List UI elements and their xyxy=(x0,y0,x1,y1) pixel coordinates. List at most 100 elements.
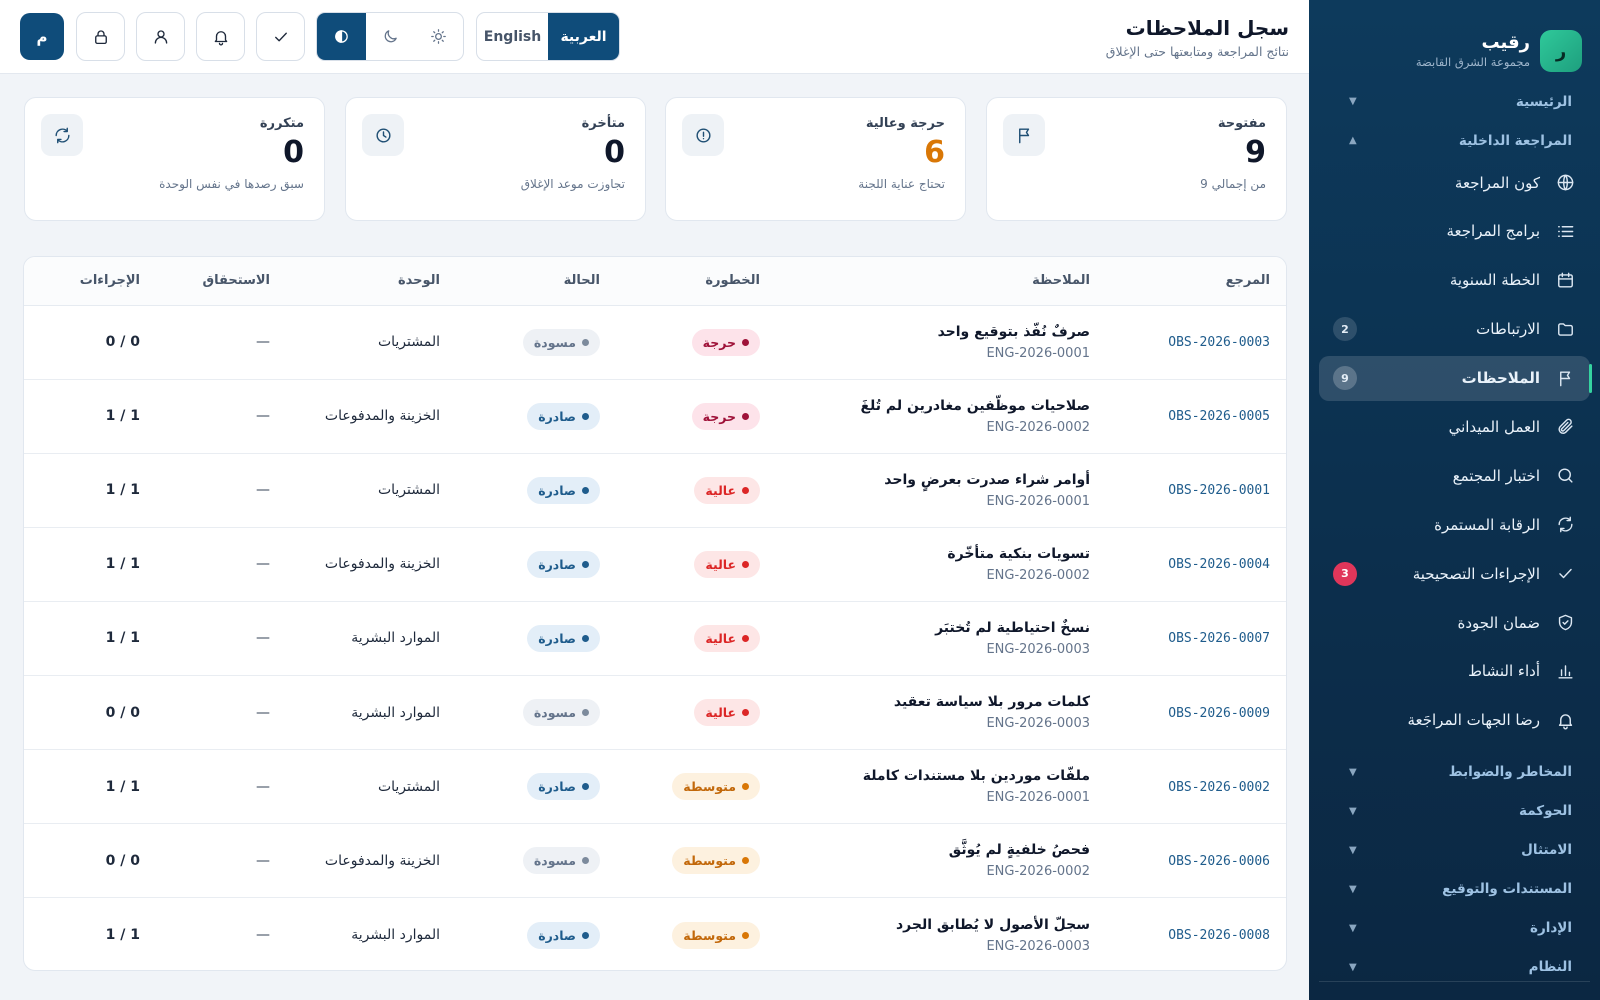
unit-cell: الخزينة والمدفوعات xyxy=(324,852,440,869)
sidebar-item-population-testing[interactable]: اختبار المجتمع xyxy=(1319,453,1590,498)
table-row[interactable]: OBS-2026-0006 فحصُ خلفيةٍ لم يُوثَّق ENG… xyxy=(24,823,1286,899)
sidebar-item-audit-universe[interactable]: كون المراجعة xyxy=(1319,160,1590,205)
table-row[interactable]: OBS-2026-0003 صرفٌ نُفّذ بتوقيع واحد ENG… xyxy=(24,305,1286,380)
sidebar-group-documents[interactable]: المستندات والتوقيع ▼ xyxy=(1309,870,1600,909)
theme-contrast-button[interactable] xyxy=(317,13,366,60)
observation-ref-link[interactable]: OBS-2026-0007 xyxy=(1168,631,1270,646)
sidebar-group-risks-controls[interactable]: المخاطر والضوابط ▼ xyxy=(1309,753,1600,792)
count-badge: 3 xyxy=(1333,561,1357,586)
table-body: OBS-2026-0003 صرفٌ نُفّذ بتوقيع واحد ENG… xyxy=(24,305,1286,970)
severity-dot xyxy=(742,338,749,346)
tasks-button[interactable] xyxy=(256,12,305,61)
observation-ref-link[interactable]: OBS-2026-0004 xyxy=(1168,557,1270,572)
severity-badge: متوسطة xyxy=(672,921,760,949)
language-english-button[interactable]: English xyxy=(477,13,548,60)
table-row[interactable]: OBS-2026-0002 ملفّات موردين بلا مستندات … xyxy=(24,749,1286,825)
notifications-button[interactable] xyxy=(196,12,245,61)
severity-badge: حرجة xyxy=(691,328,760,356)
sidebar-group-internal-audit[interactable]: المراجعة الداخلية ▲ xyxy=(1309,121,1600,160)
column-header-severity[interactable]: الخطورة xyxy=(616,257,776,306)
sidebar-item-corrective-actions[interactable]: الإجراءات التصحيحية 3 xyxy=(1319,551,1590,596)
sidebar-group-governance[interactable]: الحوكمة ▼ xyxy=(1309,792,1600,831)
actions-count: 1 / 1 xyxy=(105,630,140,647)
sidebar-item-label: الخطة السنوية xyxy=(1449,271,1540,290)
table-row[interactable]: OBS-2026-0008 سجلّ الأصول لا يُطابق الجر… xyxy=(24,898,1286,970)
language-arabic-button[interactable]: العربية xyxy=(548,13,619,60)
status-badge: صادرة xyxy=(527,921,600,949)
sidebar-item-auditee-satisfaction[interactable]: رضا الجهات المراجَعة xyxy=(1319,698,1590,743)
observation-ref-link[interactable]: OBS-2026-0009 xyxy=(1168,706,1270,721)
alert-circle-icon xyxy=(682,114,724,156)
due-cell: — xyxy=(256,630,270,647)
sidebar-group-administration[interactable]: الإدارة ▼ xyxy=(1309,909,1600,948)
table-row[interactable]: OBS-2026-0007 نسخٌ احتياطية لم تُختبَر E… xyxy=(24,601,1286,676)
stat-card-overdue[interactable]: متأخرة 0 تجاوزت موعد الإغلاق xyxy=(345,97,646,221)
profile-button[interactable] xyxy=(136,12,185,61)
calendar-icon xyxy=(1554,269,1576,291)
table-row[interactable]: OBS-2026-0001 أوامر شراء صدرت بعرضٍ واحد… xyxy=(24,453,1286,528)
column-header-actions[interactable]: الإجراءات xyxy=(24,257,156,306)
sidebar-item-quality-assurance[interactable]: ضمان الجودة xyxy=(1319,600,1590,645)
observation-ref-link[interactable]: OBS-2026-0005 xyxy=(1168,409,1270,424)
observation-ref-link[interactable]: OBS-2026-0002 xyxy=(1168,780,1270,795)
sidebar-group-compliance[interactable]: الامتثال ▼ xyxy=(1309,831,1600,870)
observation-ref-link[interactable]: OBS-2026-0001 xyxy=(1168,483,1270,498)
stat-label: مفتوحة xyxy=(1217,116,1266,131)
refresh-icon xyxy=(41,114,83,156)
brand[interactable]: ر رقيب مجموعة الشرق القابضة xyxy=(1309,0,1600,82)
sidebar-item-engagements[interactable]: الارتباطات 2 xyxy=(1319,307,1590,352)
theme-light-button[interactable] xyxy=(414,13,463,60)
column-header-unit[interactable]: الوحدة xyxy=(286,257,456,306)
due-cell: — xyxy=(256,778,270,795)
observation-ref-link[interactable]: OBS-2026-0003 xyxy=(1168,335,1270,350)
unit-cell: الخزينة والمدفوعات xyxy=(324,556,440,573)
table-row[interactable]: OBS-2026-0009 كلمات مرور بلا سياسة تعقيد… xyxy=(24,675,1286,751)
avatar[interactable]: م xyxy=(20,13,64,60)
sidebar-item-annual-plan[interactable]: الخطة السنوية xyxy=(1319,258,1590,303)
observation-title: فحصُ خلفيةٍ لم يُوثَّق xyxy=(948,842,1090,859)
sidebar-item-activity-performance[interactable]: أداء النشاط xyxy=(1319,649,1590,694)
due-cell: — xyxy=(256,556,270,573)
sidebar-item-label: رضا الجهات المراجَعة xyxy=(1407,711,1540,730)
stat-card-recurring[interactable]: متكررة 0 سبق رصدها في نفس الوحدة xyxy=(24,97,325,221)
lock-button[interactable] xyxy=(76,12,125,61)
sidebar-item-label: ضمان الجودة xyxy=(1457,613,1540,632)
stat-value: 9 xyxy=(1245,135,1266,170)
sidebar-item-fieldwork[interactable]: العمل الميداني xyxy=(1319,404,1590,449)
sidebar-group-home[interactable]: الرئيسية ▼ xyxy=(1309,82,1600,121)
table-row[interactable]: OBS-2026-0005 صلاحيات موظّفين مغادرين لم… xyxy=(24,379,1286,454)
sidebar: ر رقيب مجموعة الشرق القابضة الرئيسية ▼ ا… xyxy=(1309,0,1600,1000)
unit-cell: الخزينة والمدفوعات xyxy=(324,408,440,425)
due-cell: — xyxy=(256,334,270,351)
stat-card-critical-high[interactable]: حرجة وعالية 6 تحتاج عناية اللجنة xyxy=(665,97,966,221)
engagement-ref: ENG-2026-0003 xyxy=(986,716,1090,732)
unit-cell: المشتريات xyxy=(377,482,440,499)
theme-dark-button[interactable] xyxy=(366,13,415,60)
column-header-observation[interactable]: الملاحظة xyxy=(776,257,1106,306)
sidebar-item-label: العمل الميداني xyxy=(1448,417,1540,436)
sidebar-collapsed-groups: المخاطر والضوابط ▼ الحوكمة ▼ الامتثال ▼ … xyxy=(1309,753,1600,987)
observation-ref-link[interactable]: OBS-2026-0008 xyxy=(1168,928,1270,943)
column-header-ref[interactable]: المرجع xyxy=(1106,257,1286,306)
sidebar-item-label: الرقابة المستمرة xyxy=(1434,515,1540,534)
list-icon xyxy=(1554,220,1576,242)
chevron-down-icon: ▼ xyxy=(1349,766,1357,778)
flag-icon xyxy=(1554,367,1576,389)
severity-dot xyxy=(742,486,749,494)
sidebar-item-label: اختبار المجتمع xyxy=(1452,466,1540,485)
sidebar-item-observations[interactable]: الملاحظات 9 xyxy=(1319,355,1592,401)
observation-ref-link[interactable]: OBS-2026-0006 xyxy=(1168,854,1270,869)
stat-card-open[interactable]: مفتوحة 9 من إجمالي 9 xyxy=(986,97,1287,221)
bell-icon xyxy=(214,30,227,45)
status-dot xyxy=(582,486,589,494)
language-toggle: العربية English xyxy=(476,12,620,61)
sidebar-item-audit-programs[interactable]: برامج المراجعة xyxy=(1319,209,1590,254)
flag-icon xyxy=(1003,114,1045,156)
sidebar-item-continuous-monitoring[interactable]: الرقابة المستمرة xyxy=(1319,502,1590,547)
observation-title: صلاحيات موظّفين مغادرين لم تُلغَ xyxy=(860,397,1090,414)
due-cell: — xyxy=(256,704,270,721)
table-row[interactable]: OBS-2026-0004 تسويات بنكية متأخّرة ENG-2… xyxy=(24,527,1286,602)
column-header-due[interactable]: الاستحقاق xyxy=(156,257,286,306)
column-header-status[interactable]: الحالة xyxy=(456,257,616,306)
observation-title: صرفٌ نُفّذ بتوقيع واحد xyxy=(937,323,1090,340)
